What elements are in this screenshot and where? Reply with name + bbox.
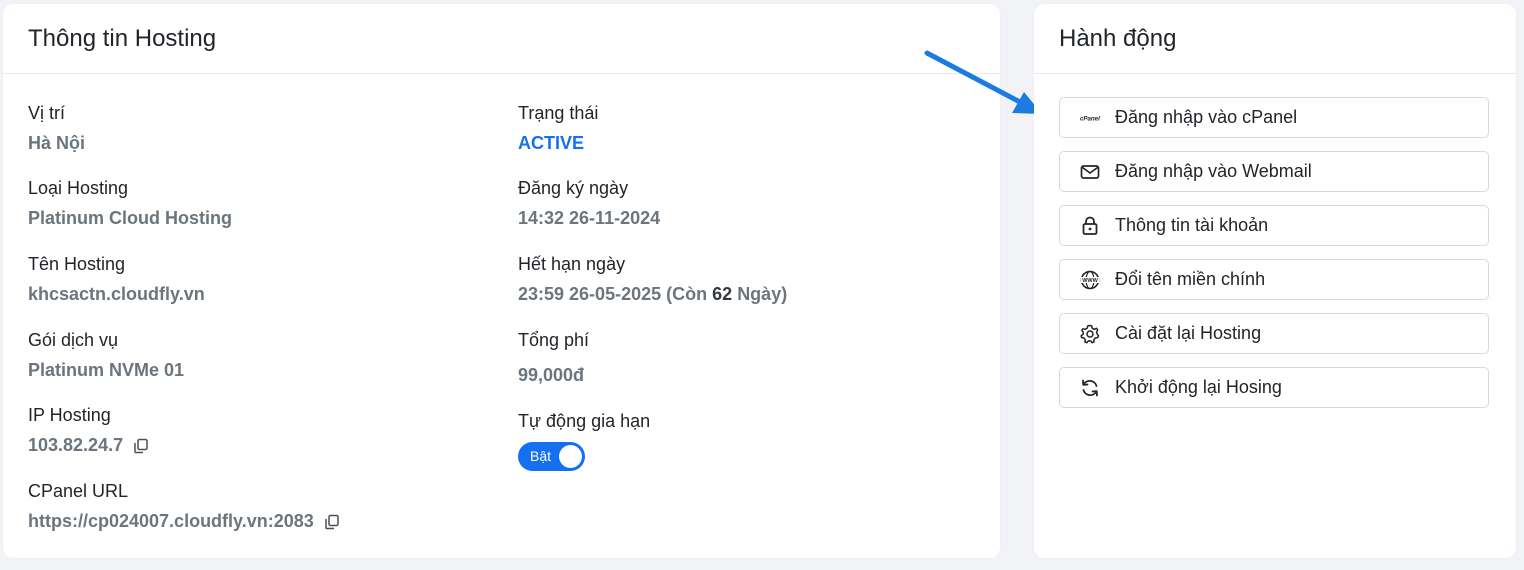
remaining-prefix: (Còn [666,284,708,304]
refresh-icon [1080,378,1100,398]
ip-field: IP Hosting 103.82.24.7 [28,404,149,456]
www-globe-icon: WWW [1080,270,1100,290]
status-field: Trạng thái ACTIVE [518,102,598,154]
cpanel-url-value: https://cp024007.cloudfly.vn:2083 [28,511,314,531]
account-info-label: Thông tin tài khoản [1115,215,1269,235]
cpanel-url-label: CPanel URL [28,481,129,501]
auto-renew-field: Tự động gia hạn Bật [518,410,650,471]
hosting-name-field: Tên Hosting khcsactn.cloudfly.vn [28,253,205,305]
change-domain-label: Đổi tên miền chính [1115,269,1266,289]
cpanel-icon: cPanel [1080,108,1100,128]
gear-icon [1080,324,1100,344]
plan-label: Gói dịch vụ [28,330,119,350]
hosting-name-label: Tên Hosting [28,254,126,274]
ip-value: 103.82.24.7 [28,435,124,455]
registered-label: Đăng ký ngày [518,178,629,198]
location-label: Vị trí [28,103,66,123]
ip-row: 103.82.24.7 [28,434,149,456]
hosting-type-value: Platinum Cloud Hosting [28,208,232,228]
registered-field: Đăng ký ngày 14:32 26-11-2024 [518,177,660,229]
total-fee-label: Tổng phí [518,330,590,350]
login-cpanel-label: Đăng nhập vào cPanel [1115,107,1298,127]
mail-icon [1080,162,1100,182]
auto-renew-toggle-label: Bật [530,448,552,464]
toggle-knob [559,445,582,468]
account-info-button[interactable]: Thông tin tài khoản [1059,205,1489,246]
cpanel-url-row: https://cp024007.cloudfly.vn:2083 [28,510,340,532]
remaining-suffix: Ngày) [737,284,788,304]
restart-hosting-label: Khởi động lại Hosing [1115,377,1282,397]
cpanel-url-field: CPanel URL https://cp024007.cloudfly.vn:… [28,480,340,532]
status-value: ACTIVE [518,133,585,153]
reinstall-hosting-label: Cài đặt lại Hosting [1115,323,1262,343]
copy-icon[interactable] [324,513,340,530]
registered-value: 14:32 26-11-2024 [518,208,661,228]
lock-icon [1080,216,1100,236]
plan-field: Gói dịch vụ Platinum NVMe 01 [28,329,184,381]
expires-field: Hết hạn ngày 23:59 26-05-2025 (Còn 62 Ng… [518,253,787,305]
hosting-type-field: Loại Hosting Platinum Cloud Hosting [28,177,232,229]
expires-label: Hết hạn ngày [518,254,626,274]
hosting-type-label: Loại Hosting [28,178,129,198]
expires-value: 23:59 26-05-2025 (Còn 62 Ngày) [518,283,787,305]
location-value: Hà Nội [28,133,86,153]
hosting-name-value: khcsactn.cloudfly.vn [28,284,205,304]
total-fee-value: 99,000đ [518,365,585,385]
location-field: Vị trí Hà Nội [28,102,85,154]
actions-card: Hành động cPanel Đăng nhập vào cPanel Đă… [1034,4,1516,558]
plan-value: Platinum NVMe 01 [28,360,185,380]
expires-date: 23:59 26-05-2025 [518,284,662,304]
login-webmail-label: Đăng nhập vào Webmail [1115,161,1312,181]
total-fee-field: Tổng phí 99,000đ [518,329,589,386]
auto-renew-toggle[interactable]: Bật [518,442,585,471]
remaining-days: 62 [712,284,733,304]
ip-label: IP Hosting [28,405,111,425]
reinstall-hosting-button[interactable]: Cài đặt lại Hosting [1059,313,1489,354]
hosting-info-card: Thông tin Hosting Vị trí Hà Nội Loại Hos… [3,4,1000,558]
hosting-info-title: Thông tin Hosting [3,4,1000,74]
login-webmail-button[interactable]: Đăng nhập vào Webmail [1059,151,1489,192]
svg-text:cPanel: cPanel [1080,115,1100,122]
status-label: Trạng thái [518,103,599,123]
copy-icon[interactable] [133,437,149,454]
svg-text:WWW: WWW [1082,278,1098,284]
auto-renew-label: Tự động gia hạn [518,411,651,431]
change-domain-button[interactable]: WWW Đổi tên miền chính [1059,259,1489,300]
restart-hosting-button[interactable]: Khởi động lại Hosing [1059,367,1489,408]
actions-title: Hành động [1034,4,1516,74]
login-cpanel-button[interactable]: cPanel Đăng nhập vào cPanel [1059,97,1489,138]
